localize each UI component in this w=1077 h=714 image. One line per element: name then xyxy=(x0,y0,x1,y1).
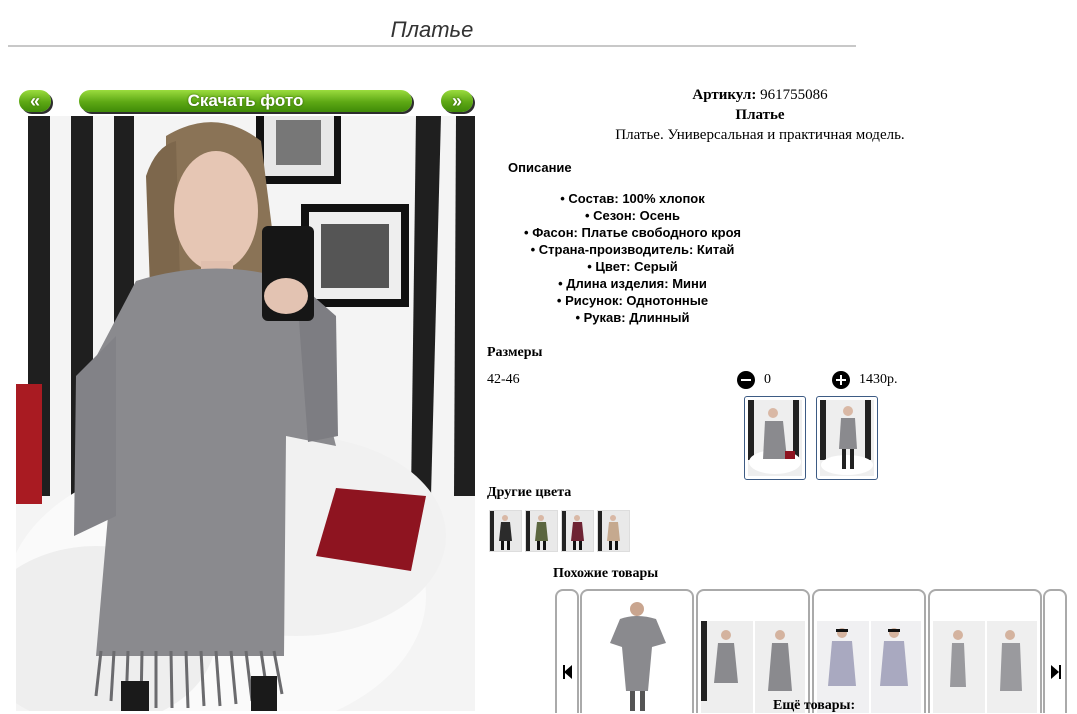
download-photo-button[interactable]: Скачать фото xyxy=(79,90,412,112)
size-value: 42-46 xyxy=(487,372,520,387)
article-line: Артикул: 961755086 xyxy=(640,87,880,104)
carousel-prev-button[interactable] xyxy=(555,589,579,713)
more-products-link[interactable]: Ещё товары: xyxy=(773,698,855,714)
description-heading: Описание xyxy=(508,160,572,175)
product-name: Платье xyxy=(735,107,785,123)
next-photo-button[interactable]: » xyxy=(441,90,473,112)
article-value: 961755086 xyxy=(760,87,828,103)
attribute-list: Состав: 100% хлопок Сезон: Осень Фасон: … xyxy=(490,190,775,326)
left-arrow-icon xyxy=(563,665,572,679)
sizes-heading: Размеры xyxy=(487,345,543,360)
similar-heading: Похожие товары xyxy=(553,566,659,581)
photo-thumbnail[interactable] xyxy=(816,396,878,480)
attribute-item: Страна-производитель: Китай xyxy=(490,241,775,258)
photo-thumbnail[interactable] xyxy=(744,396,806,480)
other-colors-heading: Другие цвета xyxy=(487,485,572,500)
plus-icon[interactable] xyxy=(832,371,850,389)
color-swatch-beige[interactable] xyxy=(597,510,630,552)
price-value: 1430р. xyxy=(859,372,898,387)
carousel-next-button[interactable] xyxy=(1043,589,1067,713)
attribute-item: Длина изделия: Мини xyxy=(490,275,775,292)
attribute-item: Состав: 100% хлопок xyxy=(490,190,775,207)
similar-product-card[interactable] xyxy=(580,589,694,713)
color-swatch-burgundy[interactable] xyxy=(561,510,594,552)
minus-icon[interactable] xyxy=(737,371,755,389)
color-swatch-olive[interactable] xyxy=(525,510,558,552)
color-swatch-black[interactable] xyxy=(489,510,522,552)
page-title: Платье xyxy=(8,14,856,47)
attribute-item: Цвет: Серый xyxy=(490,258,775,275)
article-label: Артикул: xyxy=(692,87,757,103)
similar-product-card[interactable] xyxy=(928,589,1042,713)
product-description: Платье. Универсальная и практичная модел… xyxy=(615,127,905,143)
attribute-item: Сезон: Осень xyxy=(490,207,775,224)
quantity-value: 0 xyxy=(764,372,771,387)
attribute-item: Рисунок: Однотонные xyxy=(490,292,775,309)
similar-product-card[interactable] xyxy=(812,589,926,713)
prev-photo-button[interactable]: « xyxy=(19,90,51,112)
main-product-photo[interactable] xyxy=(16,116,475,711)
right-arrow-icon xyxy=(1051,665,1061,679)
similar-product-card[interactable] xyxy=(696,589,810,713)
attribute-item: Рукав: Длинный xyxy=(490,309,775,326)
attribute-item: Фасон: Платье свободного кроя xyxy=(490,224,775,241)
